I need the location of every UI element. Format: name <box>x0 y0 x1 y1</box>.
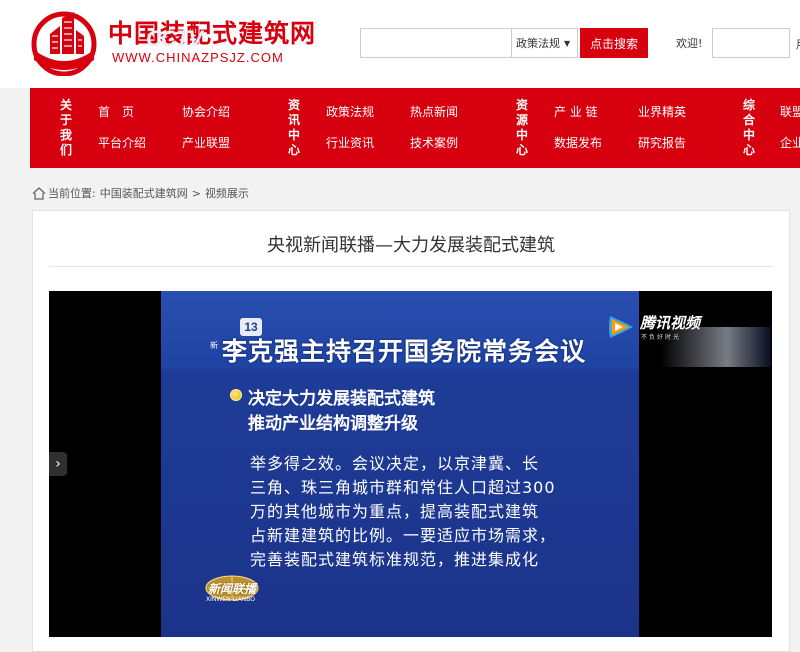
nav-category-general[interactable]: 综合中心 <box>742 98 756 158</box>
article-title: 央视新闻联播—大力发展装配式建筑 <box>267 235 555 256</box>
xinwen-lianbo-cn: 新闻联播 <box>208 582 257 596</box>
nav-link-policy[interactable]: 政策法规 <box>326 103 374 120</box>
nav-link-association[interactable]: 协会介绍 <box>182 103 230 120</box>
login-label-clipped: 用 <box>796 36 800 52</box>
bullet-line-2: 推动产业结构调整升级 <box>248 414 418 434</box>
search-category-select[interactable]: 政策法规 ▼ <box>512 28 578 58</box>
nav-link-hot-news[interactable]: 热点新闻 <box>410 103 458 120</box>
video-body-line-4: 占新建建筑的比例。一要适应市场需求， <box>250 526 557 545</box>
tencent-video-name: 腾讯视频 <box>640 314 701 332</box>
breadcrumb-separator: > <box>191 186 201 200</box>
search-button[interactable]: 点击搜索 <box>580 28 648 58</box>
video-body-line-5: 完善装配式建筑标准规范，推进集成化 <box>250 550 540 569</box>
bullet-point-icon <box>230 389 242 401</box>
nav-link-enterprise[interactable]: 企业 <box>780 134 800 151</box>
nav-link-union[interactable]: 联盟 <box>780 103 800 120</box>
site-header: 中国装配式建筑网 WWW.CHINAZPSJZ.COM 政策法规 ▼ 点击搜索 … <box>0 0 800 88</box>
nav-link-reports[interactable]: 研究报告 <box>638 134 686 151</box>
nav-category-news[interactable]: 资讯中心 <box>287 98 301 158</box>
nav-category-resources[interactable]: 资源中心 <box>515 98 529 158</box>
logo-building-icon[interactable] <box>30 10 98 76</box>
video-body-line-2: 三角、珠三角城市群和常住人口超过300 <box>250 478 556 497</box>
username-input[interactable] <box>712 28 790 58</box>
bullet-line-1: 决定大力发展装配式建筑 <box>248 389 435 409</box>
logo-title[interactable]: 中国装配式建筑网 <box>108 14 316 50</box>
nav-category-about[interactable]: 关于我们 <box>59 98 73 158</box>
nav-link-elites[interactable]: 业界精英 <box>638 103 686 120</box>
video-body-line-1: 举多得之效。会议决定，以京津冀、长 <box>250 454 540 473</box>
home-icon <box>32 186 46 200</box>
nav-link-tech-cases[interactable]: 技术案例 <box>410 134 458 151</box>
search-category-value: 政策法规 <box>516 37 560 50</box>
cctv-logo: CCTV <box>146 26 203 51</box>
nav-link-data[interactable]: 数据发布 <box>554 134 602 151</box>
video-headline: 李克强主持召开国务院常务会议 <box>222 337 587 366</box>
tencent-video-slogan: 不负好时光 <box>641 334 682 341</box>
title-divider <box>49 266 773 267</box>
nav-link-industry-info[interactable]: 行业资讯 <box>326 134 374 151</box>
breadcrumb: 当前位置: 中国装配式建筑网 > 视频展示 <box>32 185 249 201</box>
cctv-channel-sub: 新 <box>210 341 218 350</box>
nav-link-alliance[interactable]: 产业联盟 <box>182 134 230 151</box>
search-input[interactable] <box>360 28 512 58</box>
logo-url[interactable]: WWW.CHINAZPSJZ.COM <box>112 50 284 65</box>
video-body-line-3: 万的其他城市为重点，提高装配式建筑 <box>250 502 540 521</box>
chevron-down-icon: ▼ <box>564 38 571 48</box>
nav-link-home[interactable]: 首 页 <box>98 103 134 120</box>
breadcrumb-home-link[interactable]: 中国装配式建筑网 <box>100 185 188 201</box>
welcome-text: 欢迎! <box>676 37 703 50</box>
nav-link-platform[interactable]: 平台介绍 <box>98 134 146 151</box>
main-nav: 关于我们 首 页 协会介绍 平台介绍 产业联盟 资讯中心 政策法规 热点新闻 行… <box>30 88 800 168</box>
tencent-video-icon <box>609 316 633 338</box>
chevron-right-icon[interactable]: › <box>49 452 67 476</box>
xinwen-lianbo-pinyin: XINWEN LIANBO <box>206 596 255 603</box>
breadcrumb-current[interactable]: 视频展示 <box>205 185 249 201</box>
nav-link-industry-chain[interactable]: 产 业 链 <box>554 103 598 120</box>
xinwen-lianbo-logo: 新闻联播 XINWEN LIANBO <box>202 575 264 610</box>
breadcrumb-label: 当前位置: <box>48 187 96 200</box>
